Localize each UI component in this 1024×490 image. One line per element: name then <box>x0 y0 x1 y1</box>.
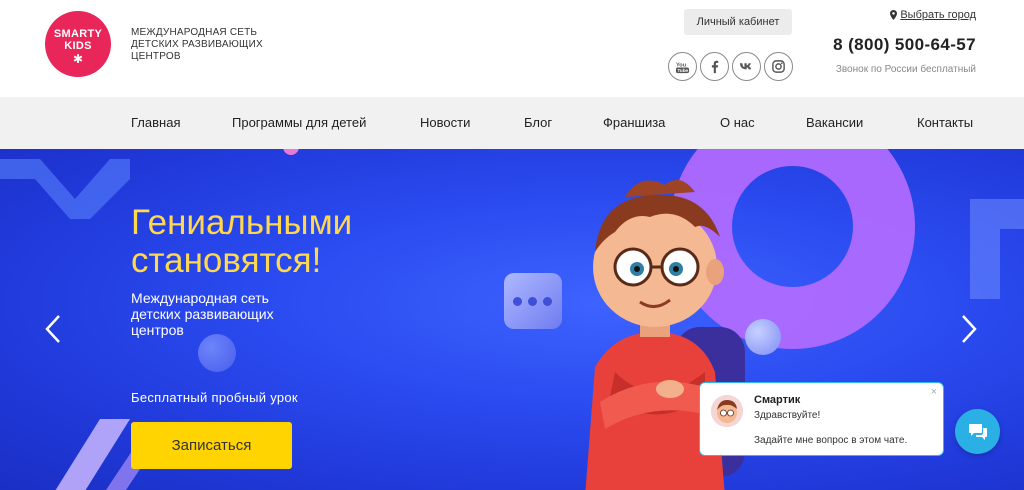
site-header: SMARTY KIDS ✱ МЕЖДУНАРОДНАЯ СЕТЬ ДЕТСКИХ… <box>0 0 1024 97</box>
trial-lesson-label: Бесплатный пробный урок <box>131 390 298 405</box>
hero-subtitle: Международная сеть детских развивающих ц… <box>131 290 274 338</box>
city-selector-label: Выбрать город <box>900 9 976 21</box>
nav-item-home[interactable]: Главная <box>131 115 180 130</box>
header-tagline: МЕЖДУНАРОДНАЯ СЕТЬ ДЕТСКИХ РАЗВИВАЮЩИХ Ц… <box>131 27 263 62</box>
main-nav: Главная Программы для детей Новости Блог… <box>0 97 1024 149</box>
nav-item-programs[interactable]: Программы для детей <box>232 115 366 130</box>
decorative-ball <box>283 149 299 155</box>
vk-icon[interactable] <box>732 52 761 81</box>
nav-item-franchise[interactable]: Франшиза <box>603 115 665 130</box>
chat-open-button[interactable] <box>955 409 1000 454</box>
chat-prompt: Задайте мне вопрос в этом чате. <box>754 435 908 446</box>
chat-greeting: Здравствуйте! <box>754 410 821 421</box>
close-icon[interactable]: × <box>931 386 937 398</box>
decorative-shape <box>0 159 130 219</box>
svg-text:Tube: Tube <box>677 68 688 73</box>
nav-item-vacancies[interactable]: Вакансии <box>806 115 863 130</box>
personal-cabinet-button[interactable]: Личный кабинет <box>684 9 792 35</box>
city-selector[interactable]: Выбрать город <box>890 9 976 21</box>
youtube-icon[interactable]: You Tube <box>668 52 697 81</box>
phone-number[interactable]: 8 (800) 500-64-57 <box>833 35 976 55</box>
nav-item-news[interactable]: Новости <box>420 115 470 130</box>
facebook-icon[interactable] <box>700 52 729 81</box>
chat-popup[interactable]: Смартик Здравствуйте! Задайте мне вопрос… <box>699 382 944 456</box>
chat-avatar <box>711 395 743 427</box>
smarty-kids-logo[interactable]: SMARTY KIDS ✱ <box>45 11 111 77</box>
hero-title: Гениальными становятся! <box>131 203 353 280</box>
location-pin-icon <box>890 10 898 20</box>
decorative-shape <box>970 199 1024 299</box>
social-links: You Tube <box>668 52 793 81</box>
nav-item-contacts[interactable]: Контакты <box>917 115 973 130</box>
instagram-icon[interactable] <box>764 52 793 81</box>
signup-button[interactable]: Записаться <box>131 422 292 469</box>
decorative-ball <box>198 334 236 372</box>
asterisk-icon: ✱ <box>72 52 84 66</box>
chevron-left-icon[interactable] <box>44 314 62 344</box>
nav-item-blog[interactable]: Блог <box>524 115 552 130</box>
phone-note: Звонок по России бесплатный <box>835 64 976 75</box>
nav-item-about[interactable]: О нас <box>720 115 755 130</box>
chevron-right-icon[interactable] <box>960 314 978 344</box>
chat-bubble-decoration <box>504 273 562 329</box>
chat-icon <box>968 423 987 440</box>
chat-bot-name: Смартик <box>754 394 801 406</box>
